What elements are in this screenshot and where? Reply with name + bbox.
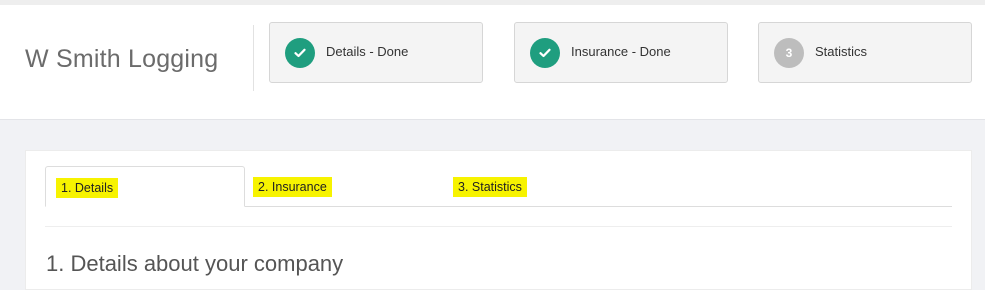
step-badge-details — [285, 38, 315, 68]
tab-label-insurance: 2. Insurance — [253, 177, 332, 197]
section-heading: 1. Details about your company — [46, 251, 344, 276]
header-divider — [253, 25, 254, 91]
details-panel: 1. Details 2. Insurance 3. Statistics 1.… — [25, 150, 972, 290]
check-icon — [294, 48, 306, 58]
company-name: W Smith Logging — [25, 45, 219, 73]
tab-bar: 1. Details 2. Insurance 3. Statistics — [45, 166, 952, 207]
step-card-details[interactable]: Details - Done — [269, 22, 483, 83]
step-card-insurance[interactable]: Insurance - Done — [514, 22, 728, 83]
step-badge-statistics: 3 — [774, 38, 804, 68]
step-label-details: Details - Done — [326, 44, 409, 59]
step-label-statistics: Statistics — [815, 44, 868, 59]
tab-insurance[interactable]: 2. Insurance — [253, 166, 413, 207]
tab-label-statistics: 3. Statistics — [453, 177, 527, 197]
tab-statistics[interactable]: 3. Statistics — [453, 166, 613, 207]
section-divider — [45, 226, 952, 227]
step-card-statistics[interactable]: 3 Statistics — [758, 22, 972, 83]
top-header: W Smith Logging Details - Done Insurance… — [0, 0, 985, 120]
tab-details[interactable]: 1. Details — [45, 166, 245, 207]
tab-label-details: 1. Details — [56, 178, 119, 198]
step-label-insurance: Insurance - Done — [571, 44, 671, 59]
check-icon — [539, 48, 551, 58]
step-badge-insurance — [530, 38, 560, 68]
